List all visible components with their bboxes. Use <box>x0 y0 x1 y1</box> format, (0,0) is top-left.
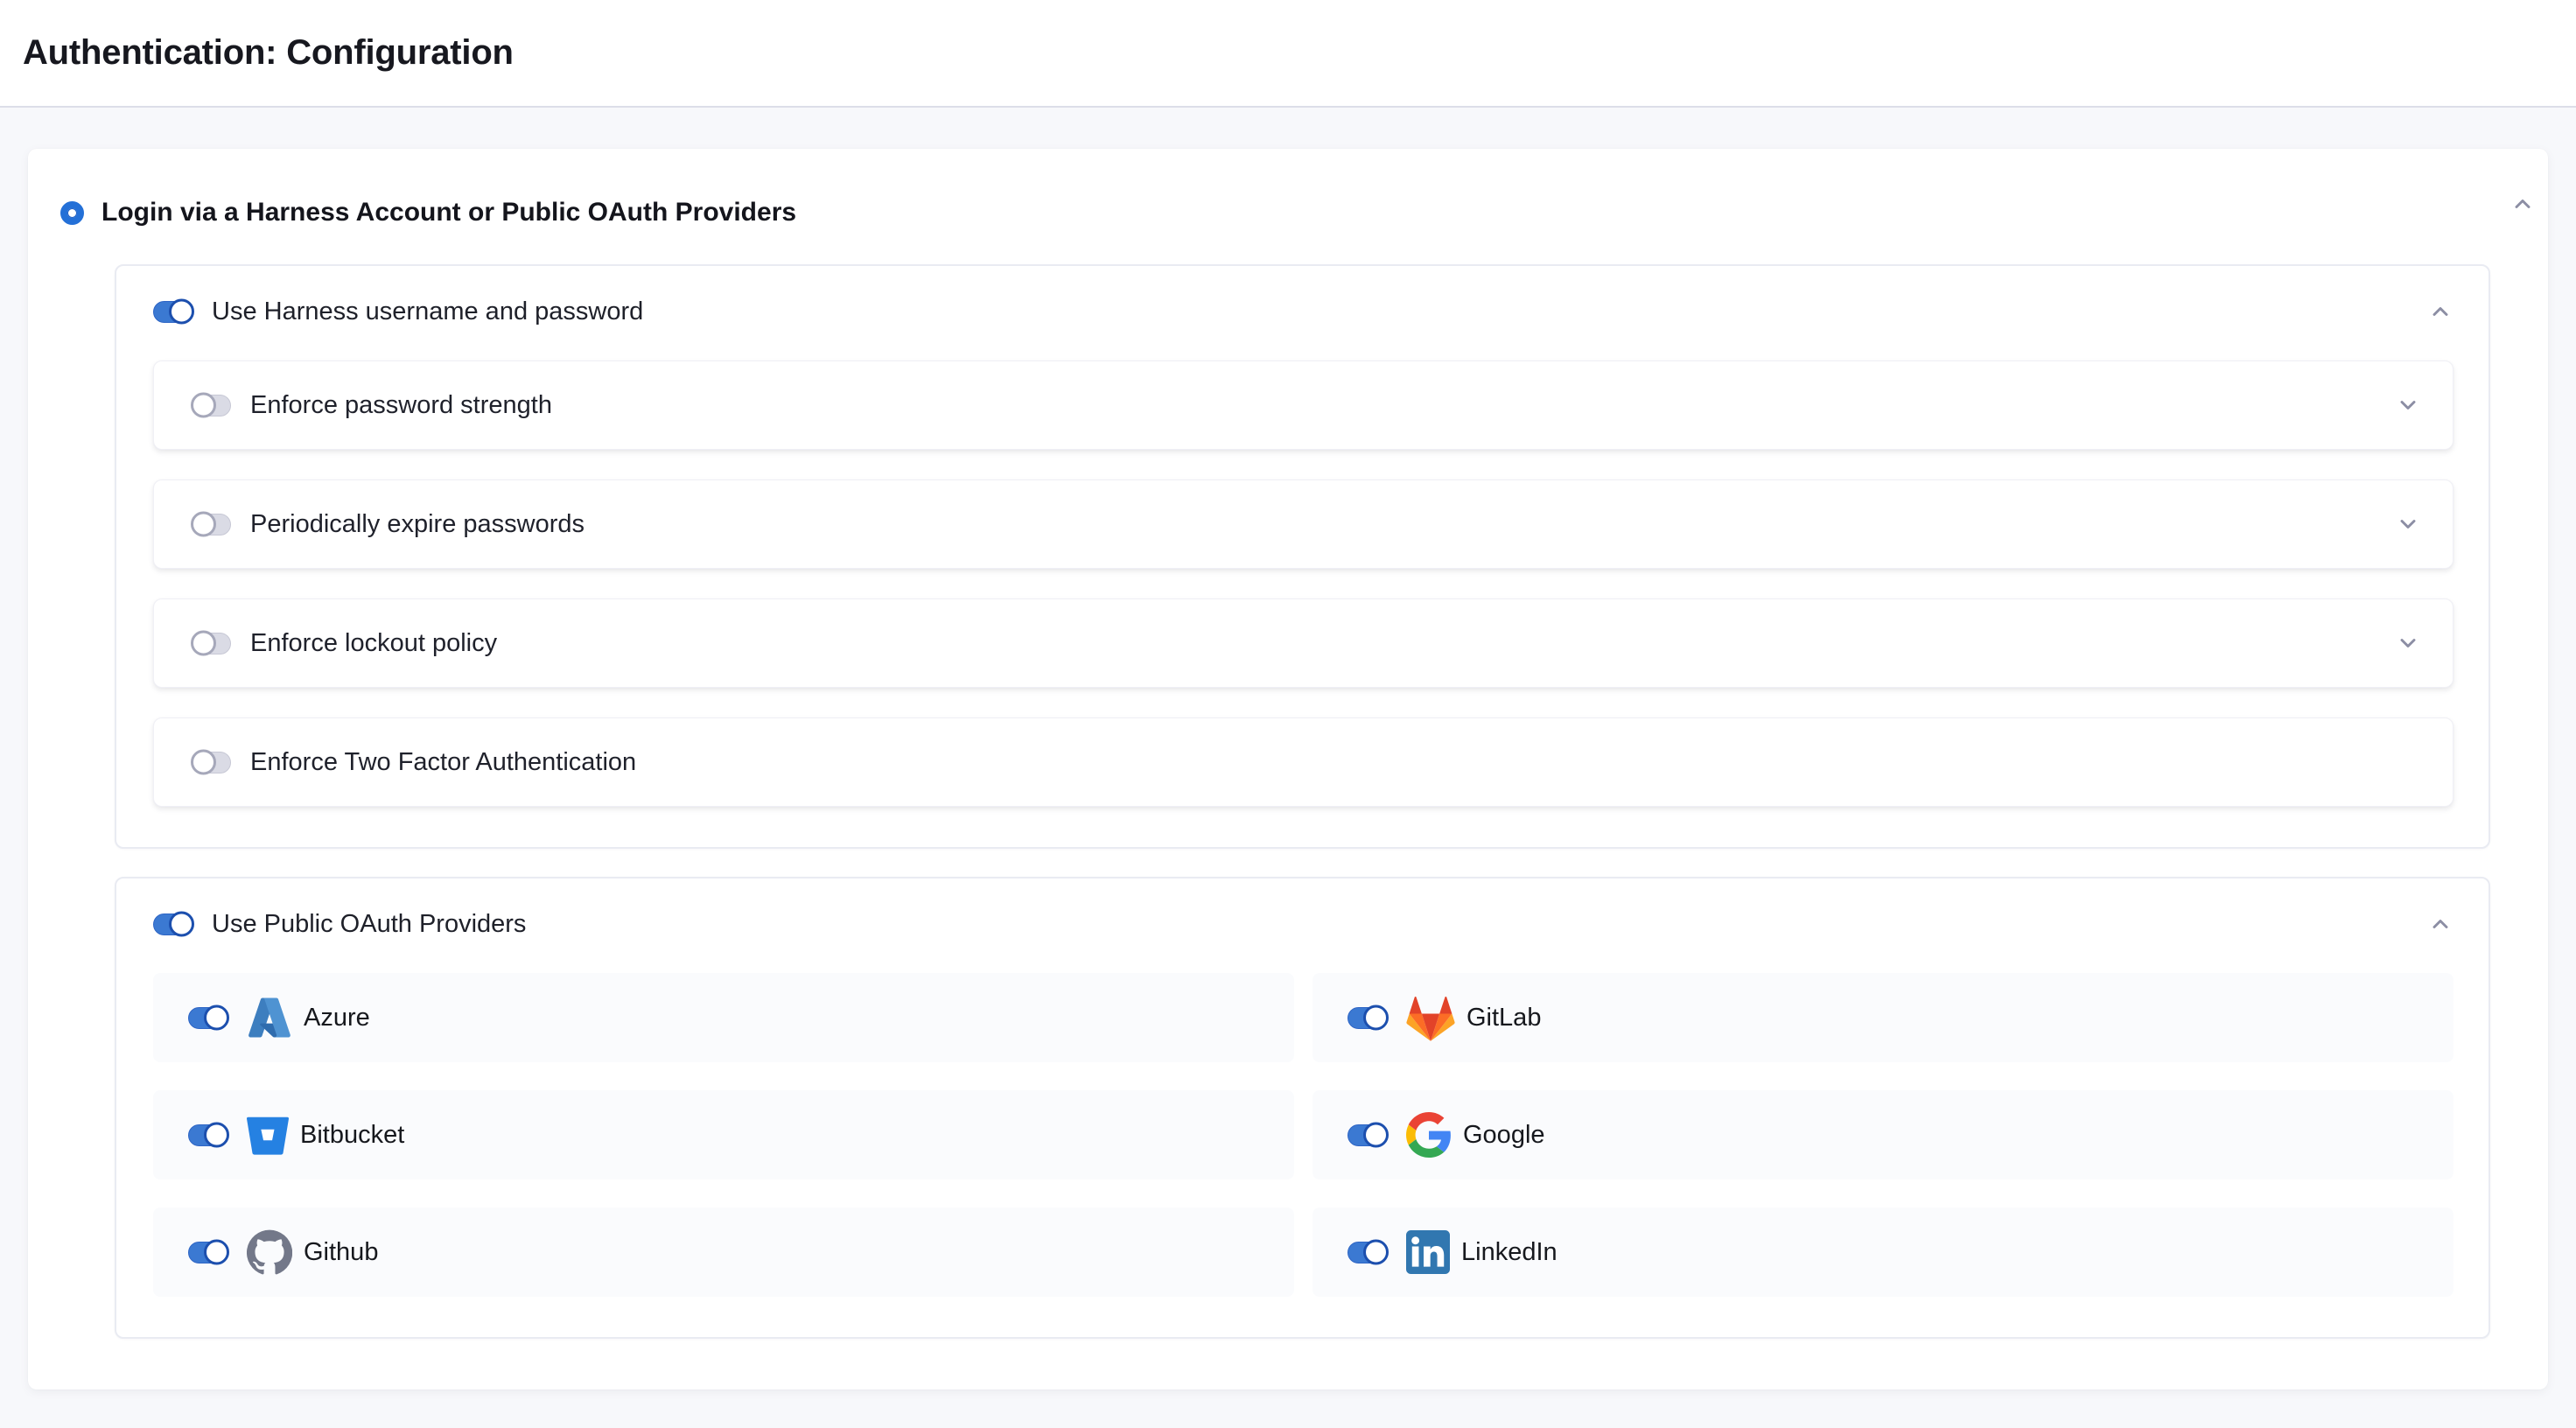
expand-row-button[interactable] <box>2395 511 2421 537</box>
gitlab-toggle[interactable] <box>1348 1007 1387 1029</box>
chevron-down-icon <box>2396 631 2420 655</box>
github-toggle[interactable] <box>188 1242 228 1264</box>
page-title: Authentication: Configuration <box>23 33 514 73</box>
oauth-providers-group: Use Public OAuth Providers Azure <box>115 877 2490 1339</box>
toggle-knob <box>204 1005 229 1031</box>
harness-group-collapse-button[interactable] <box>2427 298 2454 325</box>
azure-icon <box>247 995 292 1040</box>
harness-login-group: Use Harness username and password Enforc… <box>115 264 2490 849</box>
toggle-knob <box>204 1123 229 1148</box>
google-toggle[interactable] <box>1348 1124 1387 1146</box>
provider-name: LinkedIn <box>1461 1238 1558 1267</box>
login-method-radio[interactable] <box>60 201 84 225</box>
chevron-up-icon <box>2428 912 2453 936</box>
enforce-two-factor-toggle[interactable] <box>192 752 231 774</box>
gitlab-icon <box>1406 995 1455 1041</box>
provider-row-azure: Azure <box>153 973 1294 1062</box>
use-public-oauth-toggle[interactable] <box>153 914 192 935</box>
toggle-knob <box>191 393 216 418</box>
bitbucket-icon <box>247 1114 289 1156</box>
enforce-lockout-policy-toggle[interactable] <box>192 633 231 654</box>
chevron-down-icon <box>2396 512 2420 536</box>
toggle-knob <box>1363 1240 1389 1265</box>
harness-group-header: Use Harness username and password <box>153 296 2454 327</box>
login-method-label: Login via a Harness Account or Public OA… <box>102 198 796 228</box>
google-icon <box>1406 1112 1452 1158</box>
toggle-knob <box>191 750 216 775</box>
bitbucket-toggle[interactable] <box>188 1124 228 1146</box>
toggle-knob <box>1363 1005 1389 1031</box>
azure-toggle[interactable] <box>188 1007 228 1029</box>
setting-row-lockout-policy: Enforce lockout policy <box>153 598 2454 688</box>
toggle-knob <box>1363 1123 1389 1148</box>
chevron-up-icon <box>2428 299 2453 324</box>
provider-row-linkedin: LinkedIn <box>1312 1208 2454 1297</box>
provider-grid: Azure GitLab <box>153 973 2454 1297</box>
periodically-expire-passwords-toggle[interactable] <box>192 514 231 536</box>
setting-label: Enforce password strength <box>250 391 552 420</box>
harness-group-label: Use Harness username and password <box>212 298 643 326</box>
login-method-section-row: Login via a Harness Account or Public OA… <box>60 199 2490 227</box>
provider-name: GitLab <box>1466 1004 1541 1032</box>
toggle-knob <box>169 299 194 325</box>
oauth-group-label: Use Public OAuth Providers <box>212 910 526 939</box>
toggle-knob <box>191 512 216 537</box>
linkedin-toggle[interactable] <box>1348 1242 1387 1264</box>
chevron-down-icon <box>2396 393 2420 417</box>
setting-label: Enforce Two Factor Authentication <box>250 748 636 777</box>
page-header: Authentication: Configuration <box>0 0 2576 108</box>
chevron-up-icon <box>2510 192 2535 216</box>
enforce-password-strength-toggle[interactable] <box>192 395 231 416</box>
oauth-group-collapse-button[interactable] <box>2427 911 2454 937</box>
toggle-knob <box>169 912 194 937</box>
github-icon <box>247 1229 292 1275</box>
setting-row-two-factor: Enforce Two Factor Authentication <box>153 718 2454 807</box>
setting-label: Periodically expire passwords <box>250 510 584 539</box>
section-collapse-button[interactable] <box>2510 191 2536 217</box>
provider-name: Google <box>1463 1121 1545 1150</box>
toggle-knob <box>204 1240 229 1265</box>
setting-label: Enforce lockout policy <box>250 629 497 658</box>
provider-row-bitbucket: Bitbucket <box>153 1090 1294 1180</box>
linkedin-icon <box>1406 1230 1450 1274</box>
setting-row-expire-passwords: Periodically expire passwords <box>153 480 2454 569</box>
setting-row-password-strength: Enforce password strength <box>153 360 2454 450</box>
toggle-knob <box>191 631 216 656</box>
use-harness-password-toggle[interactable] <box>153 301 192 323</box>
provider-row-gitlab: GitLab <box>1312 973 2454 1062</box>
provider-name: Github <box>304 1238 378 1267</box>
provider-row-google: Google <box>1312 1090 2454 1180</box>
provider-row-github: Github <box>153 1208 1294 1297</box>
provider-name: Bitbucket <box>300 1121 404 1150</box>
provider-name: Azure <box>304 1004 370 1032</box>
password-settings-list: Enforce password strength Periodically e… <box>153 360 2454 807</box>
expand-row-button[interactable] <box>2395 392 2421 418</box>
auth-config-panel: Login via a Harness Account or Public OA… <box>28 149 2548 1390</box>
oauth-group-header: Use Public OAuth Providers <box>153 908 2454 940</box>
expand-row-button[interactable] <box>2395 630 2421 656</box>
